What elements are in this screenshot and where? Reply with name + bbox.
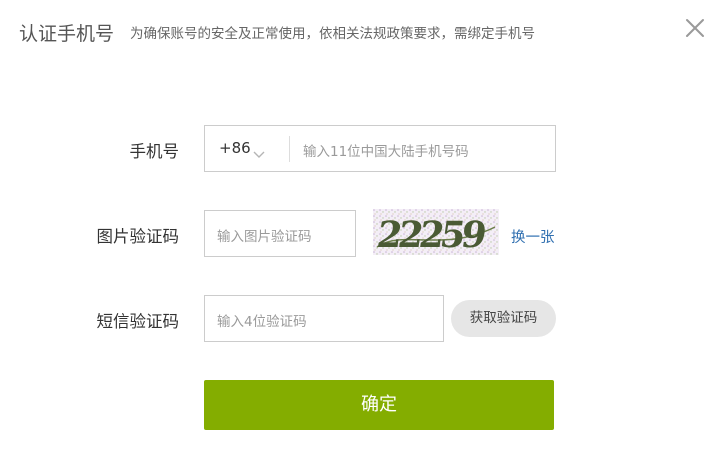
sms-code-input[interactable]: 输入4位验证码 (204, 295, 444, 342)
phone-field: +86 输入11位中国大陆手机号码 (204, 125, 556, 172)
dialog-subtitle: 为确保账号的安全及正常使用，依相关法规政策要求，需绑定手机号 (130, 26, 535, 42)
captcha-label: 图片验证码 (96, 227, 180, 246)
confirm-button[interactable]: 确定 (204, 380, 554, 430)
chevron-down-icon (253, 144, 265, 163)
captcha-image[interactable]: 22259 (373, 209, 499, 256)
country-code-value: +86 (219, 139, 251, 157)
captcha-input[interactable]: 输入图片验证码 (204, 210, 356, 257)
captcha-placeholder: 输入图片验证码 (217, 229, 312, 245)
refresh-captcha-link[interactable]: 换一张 (511, 226, 555, 247)
dialog-title: 认证手机号 (19, 23, 115, 45)
close-icon[interactable] (684, 17, 706, 39)
phone-number-placeholder: 输入11位中国大陆手机号码 (303, 144, 469, 160)
phone-number-input[interactable]: 输入11位中国大陆手机号码 (291, 126, 553, 171)
sms-code-placeholder: 输入4位验证码 (217, 314, 307, 330)
sms-code-label: 短信验证码 (96, 312, 180, 331)
bind-phone-dialog: 认证手机号 为确保账号的安全及正常使用，依相关法规政策要求，需绑定手机号 手机号… (0, 0, 716, 464)
country-code-select[interactable]: +86 (205, 126, 289, 171)
country-code-divider (289, 136, 290, 162)
phone-label: 手机号 (129, 142, 180, 161)
get-sms-code-button[interactable]: 获取验证码 (451, 300, 556, 337)
captcha-image-text: 22259 (374, 213, 487, 255)
